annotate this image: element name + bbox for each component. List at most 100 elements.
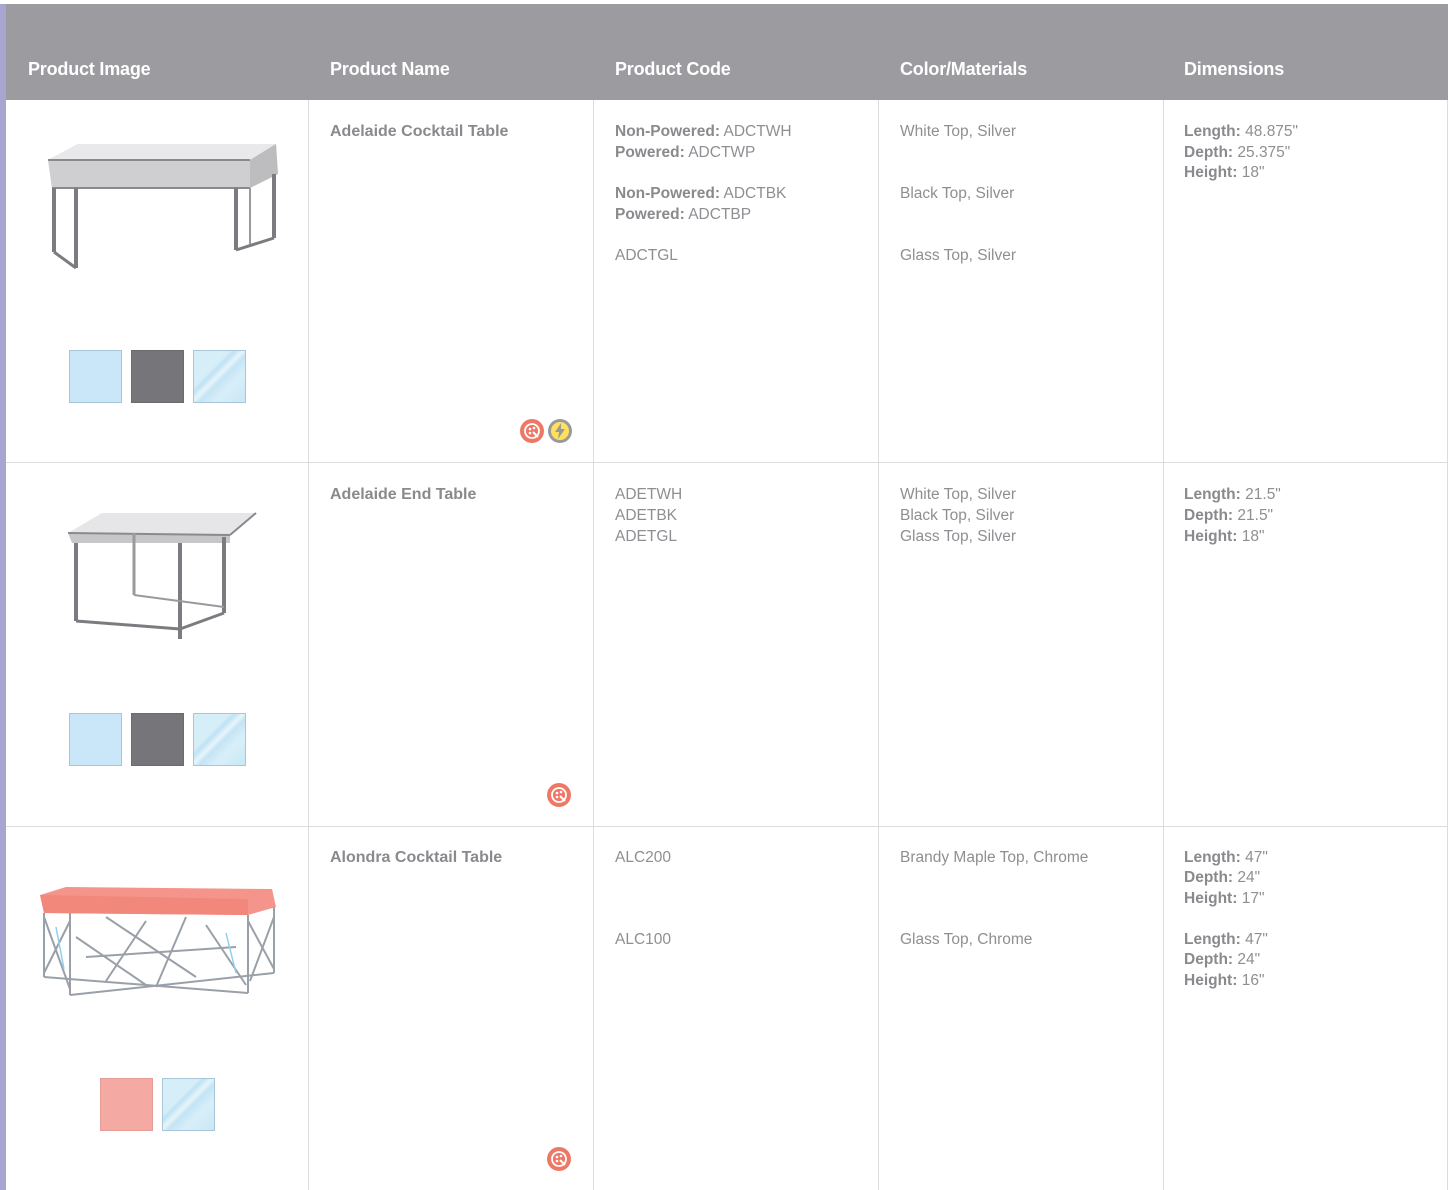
dimension-length: Length: 47" — [1184, 929, 1268, 950]
dimension-depth: Depth: 24" — [1184, 867, 1260, 888]
product-image-cell — [6, 100, 308, 462]
cocktail-table-image — [48, 144, 278, 270]
end-table-image — [67, 512, 257, 639]
dimension-height: Height: 18" — [1184, 162, 1264, 183]
dimensions-cell: Length: 47" Depth: 24" Height: 17" Lengt… — [1164, 827, 1448, 1190]
product-name: Alondra Cocktail Table — [330, 849, 503, 866]
product-image-cell — [6, 827, 308, 1190]
header-product-code: Product Code — [615, 59, 731, 79]
product-code: ADCTBK — [723, 185, 787, 202]
dimension-depth: Depth: 21.5" — [1184, 505, 1273, 526]
length-value: 47" — [1245, 849, 1268, 866]
depth-value: 24" — [1237, 869, 1261, 886]
length-label: Length: — [1184, 931, 1241, 948]
color-material: Glass Top, Silver — [900, 528, 1017, 545]
code-line: Non-Powered: ADCTBK — [615, 183, 786, 204]
color-material: Black Top, Silver — [900, 507, 1015, 524]
length-value: 47" — [1245, 931, 1268, 948]
customizable-icon — [547, 783, 571, 807]
height-label: Height: — [1184, 890, 1238, 907]
table-header: Product Image Product Name Product Code … — [6, 4, 1448, 100]
swatch-white — [69, 713, 122, 766]
color-materials-cell: Brandy Maple Top, Chrome Glass Top, Chro… — [879, 827, 1163, 1190]
dimensions-cell: Length: 21.5" Depth: 21.5" Height: 18" — [1164, 463, 1448, 826]
header-color-materials: Color/Materials — [900, 59, 1028, 79]
powered-label: Powered: — [615, 206, 685, 223]
length-label: Length: — [1184, 486, 1241, 503]
color-material: Glass Top, Chrome — [900, 931, 1033, 948]
height-value: 18" — [1241, 164, 1265, 181]
color-material: White Top, Silver — [900, 486, 1017, 503]
dimension-length: Length: 48.875" — [1184, 121, 1298, 142]
product-code-cell: Non-Powered: ADCTWH Powered: ADCTWP Non-… — [594, 100, 878, 462]
swatch-glass — [162, 1078, 215, 1131]
table-row: Adelaide End Table ADETWH ADETBK ADETGL … — [6, 463, 1448, 827]
header-product-image: Product Image — [28, 59, 151, 79]
product-code: ADCTBP — [688, 206, 752, 223]
product-code: ADETBK — [615, 507, 678, 524]
product-table: Product Image Product Name Product Code … — [6, 4, 1448, 1190]
table-row: Adelaide Cocktail Table Non-Powered: ADC… — [6, 100, 1448, 463]
powered-icon — [548, 419, 572, 443]
geometric-cocktail-table-image — [40, 887, 276, 996]
dimension-length: Length: 47" — [1184, 847, 1268, 868]
code-line: Non-Powered: ADCTWH — [615, 121, 792, 142]
depth-label: Depth: — [1184, 507, 1234, 524]
product-image-cell — [6, 463, 308, 826]
product-code-cell: ADETWH ADETBK ADETGL — [594, 463, 878, 826]
color-materials-cell: White Top, Silver Black Top, Silver Glas… — [879, 100, 1163, 462]
product-code: ADETWH — [615, 486, 683, 503]
height-value: 17" — [1241, 890, 1265, 907]
product-name-cell: Adelaide End Table — [309, 463, 593, 826]
powered-label: Powered: — [615, 144, 685, 161]
height-label: Height: — [1184, 164, 1238, 181]
depth-value: 25.375" — [1237, 144, 1291, 161]
table-row: Alondra Cocktail Table ALC200 ALC100 Bra… — [6, 827, 1448, 1190]
depth-label: Depth: — [1184, 951, 1234, 968]
height-value: 16" — [1241, 972, 1265, 989]
swatch-black — [131, 350, 184, 403]
swatch-black — [131, 713, 184, 766]
code-line: Powered: ADCTBP — [615, 204, 751, 225]
height-value: 18" — [1241, 528, 1265, 545]
length-label: Length: — [1184, 849, 1241, 866]
dimension-height: Height: 17" — [1184, 888, 1264, 909]
product-code-cell: ALC200 ALC100 — [594, 827, 878, 1190]
product-code: ADCTWH — [723, 123, 792, 140]
color-material: Black Top, Silver — [900, 185, 1015, 202]
length-value: 21.5" — [1245, 486, 1281, 503]
color-material: Brandy Maple Top, Chrome — [900, 849, 1089, 866]
height-label: Height: — [1184, 972, 1238, 989]
color-material: Glass Top, Silver — [900, 247, 1017, 264]
depth-label: Depth: — [1184, 144, 1234, 161]
product-code: ALC100 — [615, 931, 672, 948]
product-name: Adelaide Cocktail Table — [330, 123, 509, 140]
product-code: ALC200 — [615, 849, 672, 866]
product-code: ADETGL — [615, 528, 678, 545]
dimension-length: Length: 21.5" — [1184, 484, 1281, 505]
product-code: ADCTGL — [615, 247, 678, 264]
swatch-glass — [193, 713, 246, 766]
product-name: Adelaide End Table — [330, 486, 477, 503]
swatch-white — [69, 350, 122, 403]
swatch-glass — [193, 350, 246, 403]
depth-value: 24" — [1237, 951, 1261, 968]
non-powered-label: Non-Powered: — [615, 185, 721, 202]
product-name-cell: Adelaide Cocktail Table — [309, 100, 593, 462]
dimensions-cell: Length: 48.875" Depth: 25.375" Height: 1… — [1164, 100, 1448, 462]
swatch-brandy-maple — [100, 1078, 153, 1131]
depth-value: 21.5" — [1237, 507, 1274, 524]
product-name-cell: Alondra Cocktail Table — [309, 827, 593, 1190]
color-material: White Top, Silver — [900, 123, 1017, 140]
non-powered-label: Non-Powered: — [615, 123, 721, 140]
color-materials-cell: White Top, Silver Black Top, Silver Glas… — [879, 463, 1163, 826]
customizable-icon — [520, 419, 544, 443]
dimension-height: Height: 16" — [1184, 970, 1264, 991]
header-dimensions: Dimensions — [1184, 59, 1285, 79]
height-label: Height: — [1184, 528, 1238, 545]
customizable-icon — [547, 1147, 571, 1171]
dimension-depth: Depth: 25.375" — [1184, 142, 1290, 163]
dimension-height: Height: 18" — [1184, 526, 1264, 547]
depth-label: Depth: — [1184, 869, 1234, 886]
length-value: 48.875" — [1245, 123, 1299, 140]
